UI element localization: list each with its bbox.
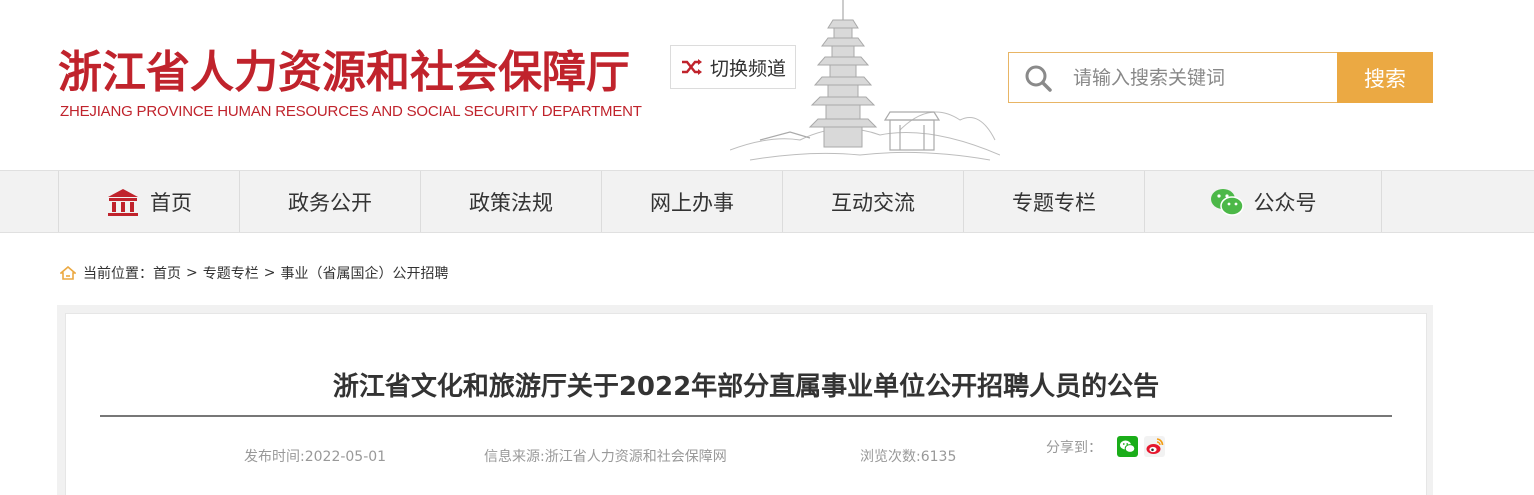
search-input[interactable] — [1073, 66, 1333, 89]
breadcrumb-separator: > — [263, 265, 276, 281]
home-icon — [60, 266, 76, 280]
breadcrumb-separator: > — [186, 265, 198, 281]
breadcrumb-link-recruitment[interactable]: 事业（省属国企）公开招聘 — [280, 263, 448, 283]
nav-item-home[interactable]: 首页 — [59, 171, 240, 232]
nav-item-online-services[interactable]: 网上办事 — [602, 171, 783, 232]
search-box — [1008, 52, 1338, 103]
info-source: 信息来源:浙江省人力资源和社会保障网 — [484, 449, 727, 465]
share-label: 分享到： — [1046, 440, 1102, 456]
shuffle-icon — [681, 59, 702, 75]
nav-item-official-account[interactable]: 公众号 — [1145, 171, 1382, 232]
nav-item-label: 首页 — [150, 190, 192, 215]
nav-item-label: 政策法规 — [469, 190, 553, 215]
nav-item-policies[interactable]: 政策法规 — [421, 171, 602, 232]
nav-item-special-topics[interactable]: 专题专栏 — [964, 171, 1145, 232]
wechat-icon — [1210, 188, 1244, 216]
view-count: 浏览次数:6135 — [860, 449, 957, 465]
pagoda-illustration — [730, 0, 1000, 161]
nav-item-label: 公众号 — [1253, 190, 1317, 215]
search-button[interactable]: 搜索 — [1337, 52, 1433, 103]
title-divider — [100, 415, 1392, 417]
share-wechat-icon[interactable] — [1117, 436, 1138, 457]
page: 浙江省人力资源和社会保障厅 ZHEJIANG PROVINCE HUMAN RE… — [0, 0, 1534, 495]
main-nav: 首页 政务公开 政策法规 网上办事 互动交流 专题专栏 公众号 — [0, 170, 1534, 233]
search-icon — [1025, 65, 1052, 92]
nav-item-interaction[interactable]: 互动交流 — [783, 171, 964, 232]
nav-item-government-affairs[interactable]: 政务公开 — [240, 171, 421, 232]
nav-item-label: 专题专栏 — [1012, 190, 1096, 215]
breadcrumb-link-special-topics[interactable]: 专题专栏 — [203, 263, 259, 283]
article-panel — [65, 313, 1427, 495]
breadcrumb-link-home[interactable]: 首页 — [153, 263, 181, 283]
publish-time: 发布时间:2022-05-01 — [244, 449, 387, 465]
article-title: 浙江省文化和旅游厅关于2022年部分直属事业单位公开招聘人员的公告 — [332, 372, 1160, 402]
nav-item-label: 政务公开 — [288, 190, 372, 215]
site-logo-title[interactable]: 浙江省人力资源和社会保障厅 — [58, 36, 630, 100]
nav-item-label: 网上办事 — [650, 190, 734, 215]
nav-item-label: 互动交流 — [831, 190, 915, 215]
site-logo-subtitle: ZHEJIANG PROVINCE HUMAN RESOURCES AND SO… — [60, 103, 642, 120]
breadcrumb: 当前位置： 首页 > 专题专栏 > 事业（省属国企）公开招聘 — [60, 263, 448, 283]
building-icon — [108, 188, 138, 216]
breadcrumb-prefix: 当前位置： — [83, 266, 153, 282]
main-nav-list: 首页 政务公开 政策法规 网上办事 互动交流 专题专栏 公众号 — [58, 171, 1382, 232]
share-weibo-icon[interactable] — [1144, 436, 1165, 457]
